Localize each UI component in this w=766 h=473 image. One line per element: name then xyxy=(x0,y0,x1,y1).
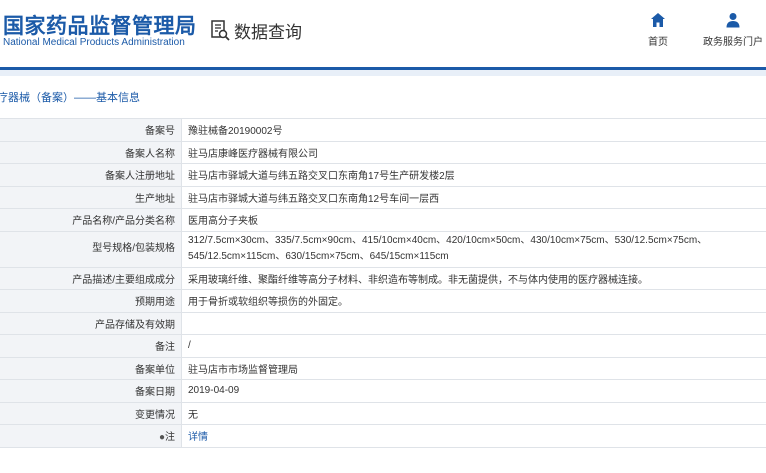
field-value: 无 xyxy=(181,401,766,425)
table-row: 生产地址 驻马店市驿城大道与纬五路交叉口东南角12号车间一层西 xyxy=(0,185,766,209)
table-row: 备注 / xyxy=(0,334,766,358)
note-value-cell: 详情 xyxy=(181,424,766,448)
field-label: 产品描述/主要组成成分 xyxy=(0,266,182,290)
nav-home-label: 首页 xyxy=(648,37,668,48)
field-label: 备案日期 xyxy=(0,379,182,403)
table-row: 备案日期 2019-04-09 xyxy=(0,379,766,403)
site-header: 国家药品监督管理局 National Medical Products Admi… xyxy=(0,0,766,66)
data-query-icon xyxy=(211,19,230,41)
field-label: 备案单位 xyxy=(0,356,182,380)
field-label: 型号规格/包装规格 xyxy=(0,230,182,268)
breadcrumb-bar xyxy=(0,70,766,76)
table-row: 型号规格/包装规格 312/7.5cm×30cm、335/7.5cm×90cm、… xyxy=(0,230,766,268)
field-label: 产品存储及有效期 xyxy=(0,311,182,335)
note-label-cell: ●注 xyxy=(0,424,182,448)
field-value: 用于骨折或软组织等损伤的外固定。 xyxy=(181,289,766,313)
table-row: 备案人注册地址 驻马店市驿城大道与纬五路交叉口东南角17号生产研发楼2层 xyxy=(0,163,766,187)
field-label: 备案号 xyxy=(0,118,182,142)
field-label: 预期用途 xyxy=(0,289,182,313)
field-value: 2019-04-09 xyxy=(181,379,766,403)
field-value: 驻马店市市场监督管理局 xyxy=(181,356,766,380)
field-label: 变更情况 xyxy=(0,401,182,425)
field-label: 备案人注册地址 xyxy=(0,163,182,187)
table-row: 预期用途 用于骨折或软组织等损伤的外固定。 xyxy=(0,289,766,313)
field-value: 驻马店市驿城大道与纬五路交叉口东南角17号生产研发楼2层 xyxy=(181,163,766,187)
field-value: 医用高分子夹板 xyxy=(181,208,766,232)
details-link[interactable]: 详情 xyxy=(188,432,208,443)
table-row: 产品存储及有效期 xyxy=(0,311,766,335)
data-query-label: 数据查询 xyxy=(234,22,302,42)
field-value: 驻马店市驿城大道与纬五路交叉口东南角12号车间一层西 xyxy=(181,185,766,209)
field-label: 产品名称/产品分类名称 xyxy=(0,208,182,232)
field-label: 备注 xyxy=(0,334,182,358)
table-row: 备案号 豫驻械备20190002号 xyxy=(0,118,766,142)
field-value: 采用玻璃纤维、聚酯纤维等高分子材料、非织造布等制成。非无菌提供，不与体内使用的医… xyxy=(181,266,766,290)
field-value xyxy=(181,311,766,335)
table-row: 产品描述/主要组成成分 采用玻璃纤维、聚酯纤维等高分子材料、非织造布等制成。非无… xyxy=(0,266,766,290)
field-value: 312/7.5cm×30cm、335/7.5cm×90cm、415/10cm×4… xyxy=(181,230,766,268)
table-row: 备案人名称 驻马店康峰医疗器械有限公司 xyxy=(0,140,766,164)
table-row: ●注 详情 xyxy=(0,424,766,448)
home-icon xyxy=(651,13,665,27)
table-row: 变更情况 无 xyxy=(0,401,766,425)
table-row: 备案单位 驻马店市市场监督管理局 xyxy=(0,356,766,380)
site-logo-title[interactable]: 国家药品监督管理局 xyxy=(3,10,197,40)
field-label: 生产地址 xyxy=(0,185,182,209)
table-row: 产品名称/产品分类名称 医用高分子夹板 xyxy=(0,208,766,232)
field-label: 注 xyxy=(165,432,175,444)
data-query-heading[interactable]: 数据查询 xyxy=(211,18,302,42)
nav-home[interactable]: 首页 xyxy=(628,12,688,48)
field-value: 驻马店康峰医疗器械有限公司 xyxy=(181,140,766,164)
field-value: 豫驻械备20190002号 xyxy=(181,118,766,142)
field-label: 备案人名称 xyxy=(0,140,182,164)
nav-service-portal-label: 政务服务门户 xyxy=(703,37,763,48)
section-title: 医疗器械（备案）——基本信息 xyxy=(0,88,766,108)
field-value: / xyxy=(181,334,766,358)
site-logo-subtitle[interactable]: National Medical Products Administration xyxy=(3,37,185,48)
nav-service-portal[interactable]: 政务服务门户 xyxy=(700,12,766,48)
section-title-text: 医疗器械（备案）——基本信息 xyxy=(0,92,140,104)
user-icon xyxy=(726,13,740,28)
record-info-table: 备案号 豫驻械备20190002号 备案人名称 驻马店康峰医疗器械有限公司 备案… xyxy=(0,118,766,448)
